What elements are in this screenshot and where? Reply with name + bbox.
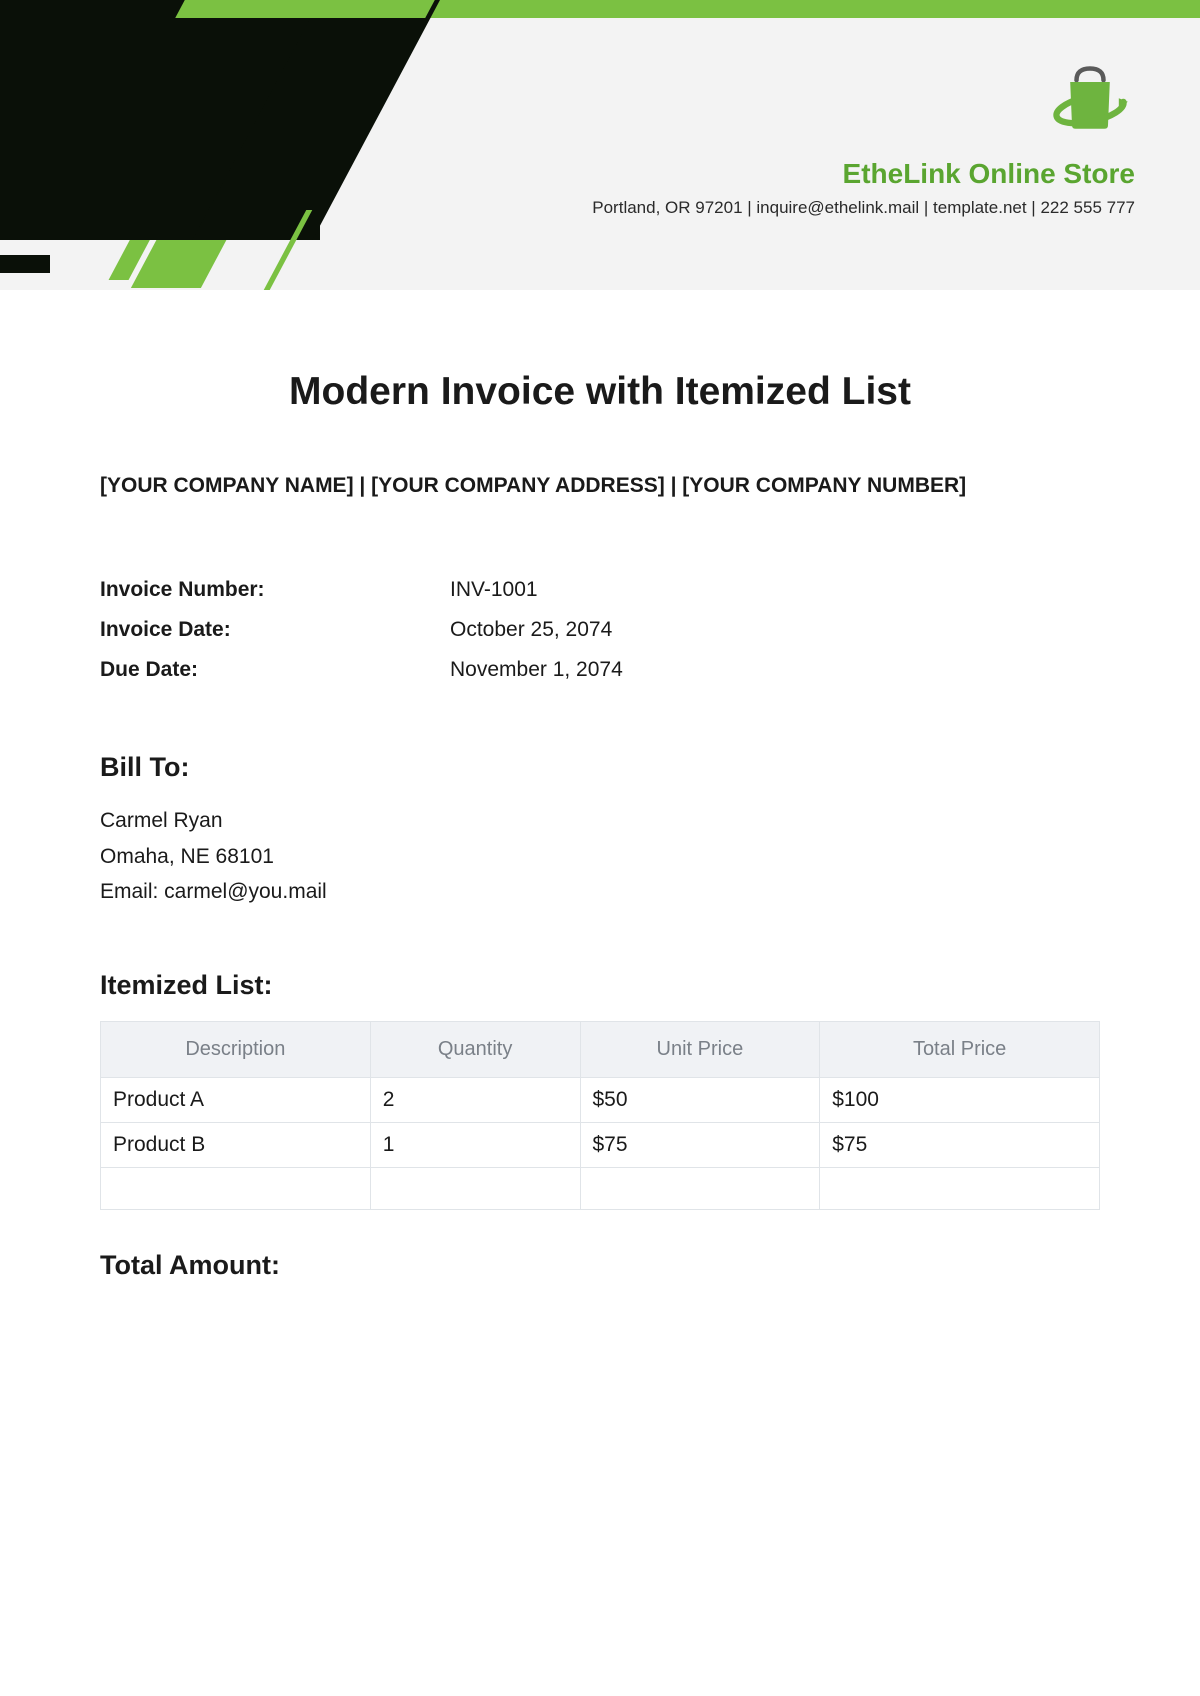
meta-label: Invoice Date:: [100, 618, 450, 642]
decor-black-wedge: [0, 0, 320, 240]
bill-to-address: Omaha, NE 68101: [100, 839, 1100, 875]
company-block: EtheLink Online Store Portland, OR 97201…: [592, 55, 1135, 218]
meta-value: INV-1001: [450, 578, 538, 602]
cell-empty: [820, 1168, 1100, 1210]
decor-black-stripe: [0, 255, 50, 273]
table-header-row: Description Quantity Unit Price Total Pr…: [101, 1022, 1100, 1078]
meta-row-invoice-date: Invoice Date: October 25, 2074: [100, 618, 1100, 642]
bill-to-name: Carmel Ryan: [100, 803, 1100, 839]
total-amount-heading: Total Amount:: [100, 1250, 1100, 1281]
meta-value: November 1, 2074: [450, 658, 623, 682]
meta-value: October 25, 2074: [450, 618, 612, 642]
items-table: Description Quantity Unit Price Total Pr…: [100, 1021, 1100, 1210]
company-name: EtheLink Online Store: [592, 158, 1135, 190]
meta-label: Due Date:: [100, 658, 450, 682]
col-unit-price: Unit Price: [580, 1022, 820, 1078]
cell-description: Product A: [101, 1078, 371, 1123]
meta-row-due-date: Due Date: November 1, 2074: [100, 658, 1100, 682]
invoice-meta: Invoice Number: INV-1001 Invoice Date: O…: [100, 578, 1100, 682]
col-quantity: Quantity: [370, 1022, 580, 1078]
table-row: Product A 2 $50 $100: [101, 1078, 1100, 1123]
bill-to-heading: Bill To:: [100, 752, 1100, 783]
meta-label: Invoice Number:: [100, 578, 450, 602]
shopping-bag-icon: [1045, 55, 1135, 150]
decor-diagonal-stripe: [175, 0, 435, 18]
col-total-price: Total Price: [820, 1022, 1100, 1078]
header-banner: EtheLink Online Store Portland, OR 97201…: [0, 0, 1200, 290]
invoice-content: Modern Invoice with Itemized List [YOUR …: [0, 290, 1200, 1281]
cell-empty: [101, 1168, 371, 1210]
cell-empty: [370, 1168, 580, 1210]
col-description: Description: [101, 1022, 371, 1078]
table-row-empty: [101, 1168, 1100, 1210]
cell-total-price: $75: [820, 1123, 1100, 1168]
meta-row-invoice-number: Invoice Number: INV-1001: [100, 578, 1100, 602]
table-row: Product B 1 $75 $75: [101, 1123, 1100, 1168]
cell-quantity: 1: [370, 1123, 580, 1168]
cell-quantity: 2: [370, 1078, 580, 1123]
company-placeholders: [YOUR COMPANY NAME] | [YOUR COMPANY ADDR…: [100, 474, 1100, 498]
bill-to-details: Carmel Ryan Omaha, NE 68101 Email: carme…: [100, 803, 1100, 910]
cell-empty: [580, 1168, 820, 1210]
company-info: Portland, OR 97201 | inquire@ethelink.ma…: [592, 198, 1135, 218]
cell-total-price: $100: [820, 1078, 1100, 1123]
cell-unit-price: $50: [580, 1078, 820, 1123]
bill-to-email: Email: carmel@you.mail: [100, 874, 1100, 910]
page-title: Modern Invoice with Itemized List: [100, 370, 1100, 414]
cell-unit-price: $75: [580, 1123, 820, 1168]
cell-description: Product B: [101, 1123, 371, 1168]
itemized-heading: Itemized List:: [100, 970, 1100, 1001]
